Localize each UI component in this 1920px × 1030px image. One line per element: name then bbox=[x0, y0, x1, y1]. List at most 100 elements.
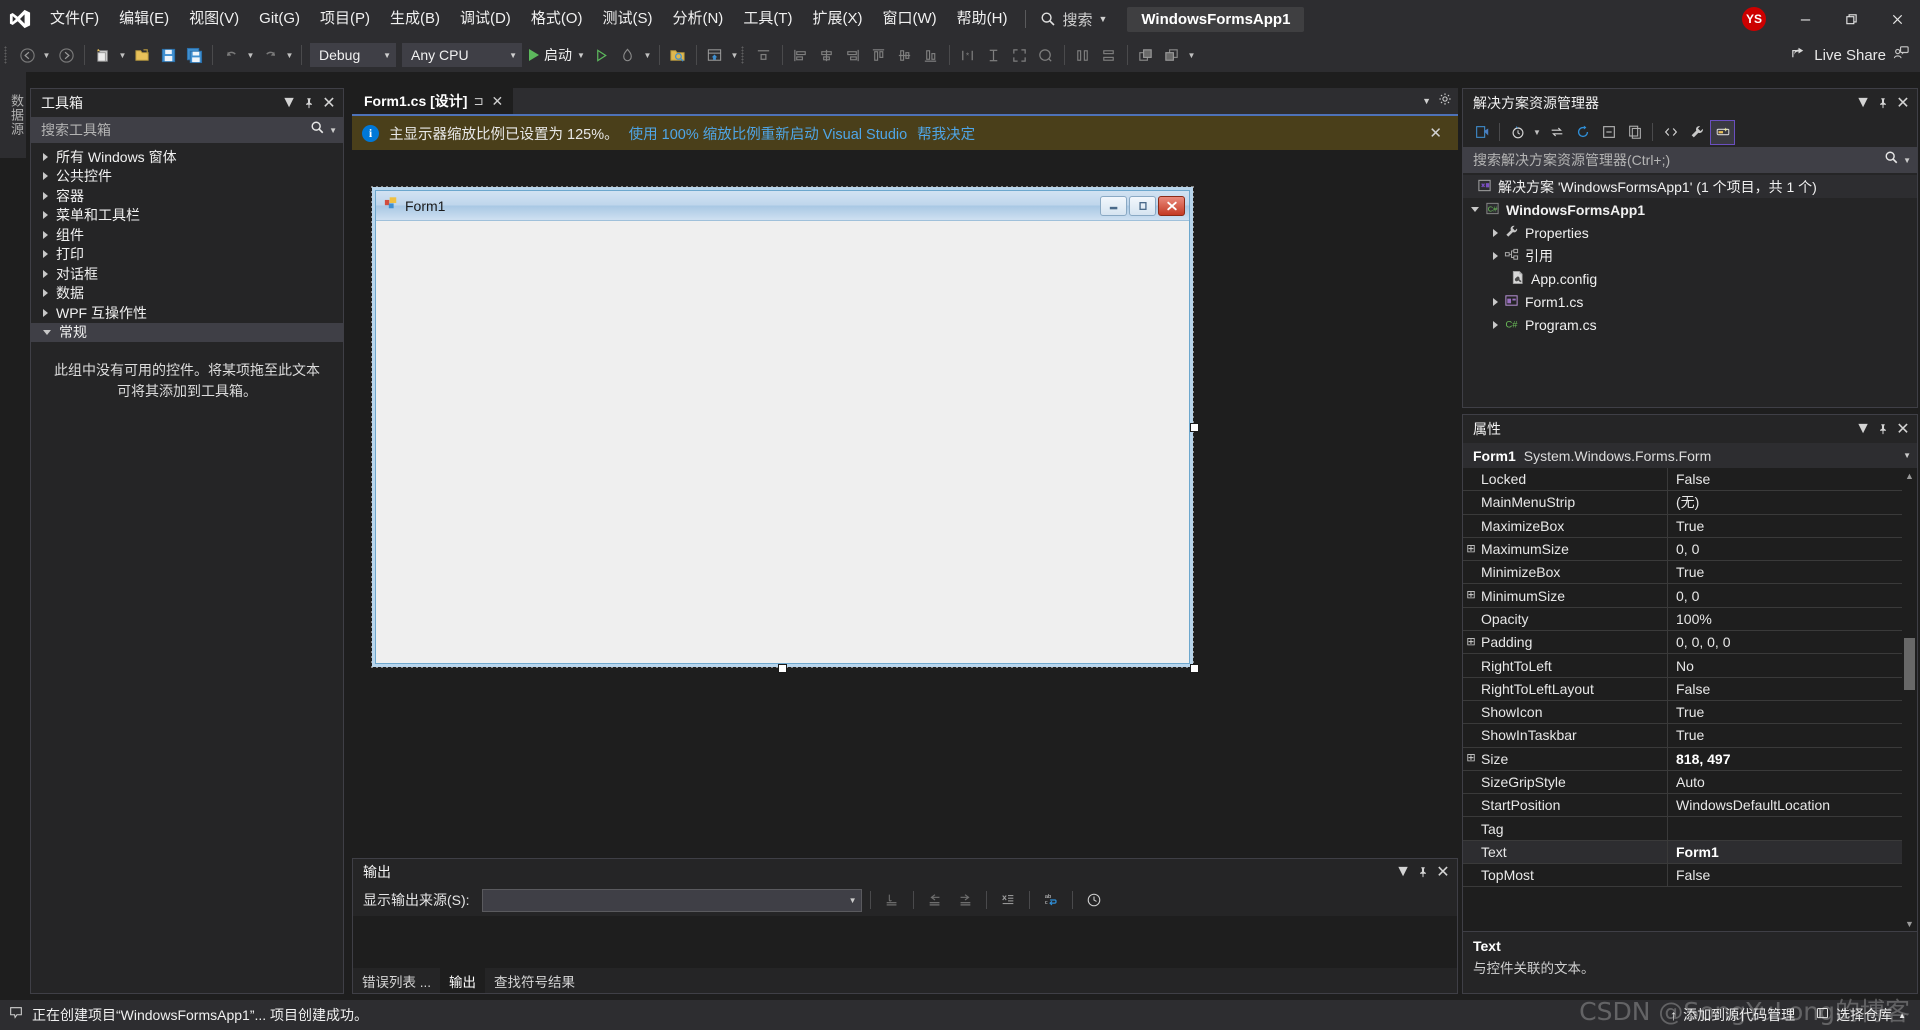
navigate-forward-button[interactable] bbox=[53, 42, 79, 68]
property-value[interactable]: 818, 497 bbox=[1668, 751, 1917, 767]
property-grid[interactable]: Locked False MainMenuStrip (无) MaximizeB… bbox=[1463, 468, 1917, 931]
form-maximize-button[interactable] bbox=[1129, 195, 1156, 216]
property-row[interactable]: ShowIcon True bbox=[1463, 700, 1917, 725]
output-go-to-previous-icon[interactable] bbox=[922, 887, 948, 913]
solution-explorer-close-icon[interactable]: ✕ bbox=[1893, 92, 1913, 114]
property-value[interactable]: No bbox=[1668, 658, 1917, 674]
property-row[interactable]: ⊞ MinimumSize 0, 0 bbox=[1463, 584, 1917, 608]
window-minimize-button[interactable] bbox=[1782, 0, 1828, 38]
tab-close-icon[interactable]: ✕ bbox=[490, 93, 506, 110]
property-row[interactable]: ⊞ Size 818, 497 bbox=[1463, 747, 1917, 771]
preview-dropdown-icon[interactable]: ▼ bbox=[728, 42, 741, 68]
start-debugging-button[interactable]: 启动 ▼ bbox=[525, 42, 589, 68]
save-icon[interactable] bbox=[155, 42, 181, 68]
active-files-dropdown-icon[interactable]: ▼ bbox=[1417, 96, 1436, 106]
navigate-backward-button[interactable] bbox=[14, 42, 40, 68]
properties-close-icon[interactable]: ✕ bbox=[1893, 418, 1913, 440]
menu-help[interactable]: 帮助(H) bbox=[947, 0, 1018, 38]
menu-test[interactable]: 测试(S) bbox=[592, 0, 662, 38]
tab-error-list[interactable]: 错误列表 ... bbox=[353, 968, 440, 993]
property-row[interactable]: ⊞ MaximumSize 0, 0 bbox=[1463, 537, 1917, 562]
toolbox-close-icon[interactable]: ✕ bbox=[319, 92, 339, 114]
toolbox-category-general[interactable]: 常规 bbox=[31, 322, 343, 342]
property-value[interactable]: True bbox=[1668, 564, 1917, 580]
notification-restart-link[interactable]: 使用 100% 缩放比例重新启动 Visual Studio bbox=[629, 123, 908, 144]
tree-node-program-cs[interactable]: C# Program.cs bbox=[1463, 313, 1917, 336]
menu-format[interactable]: 格式(O) bbox=[521, 0, 593, 38]
horizontal-spacing-icon[interactable] bbox=[1070, 42, 1096, 68]
align-tops-icon[interactable] bbox=[866, 42, 892, 68]
align-bottoms-icon[interactable] bbox=[918, 42, 944, 68]
new-project-dropdown-icon[interactable]: ▼ bbox=[116, 42, 129, 68]
menu-file[interactable]: 文件(F) bbox=[40, 0, 109, 38]
toolbox-search-input[interactable]: 搜索工具箱 ▼ bbox=[31, 117, 343, 143]
solution-explorer-dropdown-icon[interactable]: ▼ bbox=[1853, 92, 1873, 114]
solution-explorer-view-icon[interactable] bbox=[1469, 120, 1494, 145]
sync-with-active-document-icon[interactable] bbox=[1544, 120, 1569, 145]
menu-analyze[interactable]: 分析(N) bbox=[662, 0, 733, 38]
property-value[interactable]: True bbox=[1668, 704, 1917, 720]
property-row[interactable]: Locked False bbox=[1463, 468, 1917, 492]
property-row[interactable]: MaximizeBox True bbox=[1463, 514, 1917, 538]
solution-explorer-search-input[interactable]: 搜索解决方案资源管理器(Ctrl+;) ▼ bbox=[1463, 147, 1917, 173]
resize-handle-bottom-right[interactable] bbox=[1190, 664, 1199, 673]
select-resource-icon[interactable] bbox=[665, 42, 691, 68]
form-minimize-button[interactable] bbox=[1100, 195, 1127, 216]
global-search-box[interactable]: 搜索 ▼ bbox=[1034, 4, 1113, 34]
output-toggle-word-wrap-icon[interactable]: ab c bbox=[1038, 887, 1064, 913]
properties-pin-icon[interactable] bbox=[1873, 418, 1893, 440]
toolbox-category-printing[interactable]: 打印 bbox=[31, 245, 343, 265]
tree-node-properties[interactable]: Properties bbox=[1463, 221, 1917, 244]
toolbox-search-dropdown-icon[interactable]: ▼ bbox=[329, 126, 337, 135]
hot-reload-dropdown-icon[interactable]: ▼ bbox=[641, 42, 654, 68]
solution-search-dropdown-icon[interactable]: ▼ bbox=[1903, 156, 1911, 165]
window-close-button[interactable] bbox=[1874, 0, 1920, 38]
toolbox-category-components[interactable]: 组件 bbox=[31, 225, 343, 245]
expander-plus-icon[interactable]: ⊞ bbox=[1463, 543, 1479, 555]
menu-window[interactable]: 窗口(W) bbox=[872, 0, 946, 38]
resize-handle-middle-right[interactable] bbox=[1190, 423, 1199, 432]
undo-icon[interactable] bbox=[218, 42, 244, 68]
vertical-tab-data-sources[interactable]: 数据源 bbox=[0, 72, 26, 158]
property-row[interactable]: Tag bbox=[1463, 817, 1917, 841]
bring-to-front-icon[interactable] bbox=[1133, 42, 1159, 68]
save-all-icon[interactable] bbox=[181, 42, 207, 68]
property-row[interactable]: SizeGripStyle Auto bbox=[1463, 770, 1917, 795]
tree-node-form1-cs[interactable]: Form1.cs bbox=[1463, 290, 1917, 313]
solution-configuration-combo[interactable]: Debug ▼ bbox=[310, 43, 396, 67]
select-repository-button[interactable]: 选择仓库 ▲ bbox=[1809, 1005, 1912, 1025]
menu-edit[interactable]: 编辑(E) bbox=[109, 0, 179, 38]
toolbox-category-containers[interactable]: 容器 bbox=[31, 186, 343, 206]
resize-handle-bottom-center[interactable] bbox=[778, 664, 787, 673]
layout-toolbar-grip[interactable] bbox=[741, 45, 751, 65]
menu-debug[interactable]: 调试(D) bbox=[450, 0, 521, 38]
expander-plus-icon[interactable]: ⊞ bbox=[1463, 636, 1479, 648]
toolbox-category-all-windows-forms[interactable]: 所有 Windows 窗体 bbox=[31, 147, 343, 167]
hot-reload-icon[interactable] bbox=[615, 42, 641, 68]
menu-extensions[interactable]: 扩展(X) bbox=[802, 0, 872, 38]
property-row[interactable]: MainMenuStrip (无) bbox=[1463, 491, 1917, 515]
toolbox-pin-icon[interactable] bbox=[299, 92, 319, 114]
property-value[interactable]: False bbox=[1668, 867, 1917, 883]
menu-view[interactable]: 视图(V) bbox=[179, 0, 249, 38]
output-clear-all-icon[interactable] bbox=[995, 887, 1021, 913]
window-restore-button[interactable] bbox=[1828, 0, 1874, 38]
properties-dropdown-icon[interactable]: ▼ bbox=[1853, 418, 1873, 440]
property-row[interactable]: Opacity 100% bbox=[1463, 607, 1917, 632]
filter-dropdown-icon[interactable]: ▼ bbox=[1531, 119, 1543, 145]
property-value[interactable]: 0, 0, 0, 0 bbox=[1668, 634, 1917, 650]
property-row[interactable]: MinimizeBox True bbox=[1463, 561, 1917, 585]
align-middles-icon[interactable] bbox=[892, 42, 918, 68]
toolbox-dropdown-icon[interactable]: ▼ bbox=[279, 92, 299, 114]
tab-pin-icon[interactable]: ⊐ bbox=[473, 94, 483, 108]
avatar[interactable]: YS bbox=[1742, 7, 1766, 31]
show-all-files-icon[interactable] bbox=[1622, 120, 1647, 145]
property-grid-scrollbar[interactable]: ▲ ▼ bbox=[1902, 468, 1917, 931]
menu-git[interactable]: Git(G) bbox=[249, 0, 310, 38]
tab-output[interactable]: 输出 bbox=[440, 968, 486, 993]
redo-dropdown-icon[interactable]: ▼ bbox=[283, 42, 296, 68]
properties-wrench-icon[interactable] bbox=[1684, 120, 1709, 145]
collapse-all-icon[interactable] bbox=[1596, 120, 1621, 145]
tree-node-project[interactable]: C# WindowsFormsApp1 bbox=[1463, 198, 1917, 221]
preview-selected-items-icon[interactable] bbox=[1710, 119, 1735, 145]
